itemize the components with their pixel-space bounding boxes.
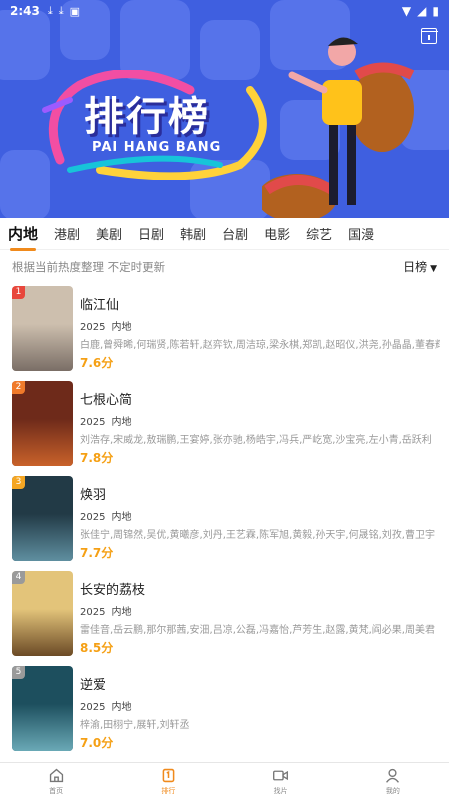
poster-art — [12, 324, 73, 371]
banner-title: 排行榜 PAI HANG BANG — [40, 70, 280, 180]
caret-down-icon: ▼ — [430, 264, 437, 274]
item-region: 内地 — [111, 607, 132, 618]
item-cast: 雷佳音,岳云鹏,那尔那茜,安沺,吕凉,公磊,冯嘉怡,芦芳生,赵露,黄梵,阎必果,… — [80, 625, 435, 635]
item-title: 长安的荔枝 — [80, 583, 146, 598]
user-icon — [386, 768, 400, 783]
item-year: 2025 — [80, 322, 106, 333]
item-info: 七根心简 2025 内地刘浩存,宋威龙,敖瑞鹏,王宴婷,张亦驰,杨皓宇,冯兵,严屹宽… — [80, 389, 440, 466]
period-dropdown[interactable]: 日榜 ▼ — [403, 258, 437, 275]
home-icon — [49, 768, 63, 783]
tab-3[interactable]: 日剧 — [138, 224, 164, 243]
ranking-banner: 2:43 ⤓ ⤓ ▣ ▼ ◢ ▮ 排行榜 PAI HANG BANG — [0, 0, 449, 218]
item-meta: 2025 内地 — [80, 508, 440, 523]
nav-home[interactable]: 首页 — [0, 763, 112, 800]
person-illustration — [262, 37, 415, 218]
poster-image: 5 — [12, 666, 73, 751]
item-year: 2025 — [80, 512, 106, 523]
item-cast: 张佳宁,周锦然,吴优,黄曦彦,刘丹,王艺霖,陈军旭,黄毅,孙天宇,何晟铭,刘孜,… — [80, 530, 435, 540]
item-score: 7.0分 — [80, 736, 114, 750]
item-cast: 刘浩存,宋威龙,敖瑞鹏,王宴婷,张亦驰,杨皓宇,冯兵,严屹宽,沙宝亮,左小青,岳… — [80, 435, 432, 445]
item-title: 焕羽 — [80, 488, 107, 503]
rank-badge: 1 — [12, 286, 25, 299]
banner-title-cn: 排行榜 — [84, 94, 210, 140]
item-score: 7.7分 — [80, 546, 114, 560]
wifi-icon: ▼ — [401, 4, 412, 18]
item-region: 内地 — [111, 417, 132, 428]
status-time: 2:43 — [10, 4, 40, 18]
nav-label: 找片 — [273, 787, 288, 795]
ranking-icon — [162, 768, 175, 783]
item-info: 长安的荔枝 2025 内地雷佳音,岳云鹏,那尔那茜,安沺,吕凉,公磊,冯嘉怡,芦芳生… — [80, 579, 440, 656]
download-icon: ⤓ — [58, 4, 64, 17]
poster-art — [12, 609, 73, 656]
poster-image: 3 — [12, 476, 73, 561]
list-item[interactable]: 4 长安的荔枝 2025 内地雷佳音,岳云鹏,那尔那茜,安沺,吕凉,公磊,冯嘉怡,芦芳… — [0, 571, 449, 659]
poster-image: 1 — [12, 286, 73, 371]
item-cast: 梓渝,田栩宁,展轩,刘轩丞 — [80, 720, 190, 730]
item-year: 2025 — [80, 607, 106, 618]
item-region: 内地 — [111, 702, 132, 713]
nav-label: 排行 — [161, 787, 176, 795]
tab-6[interactable]: 电影 — [264, 224, 290, 243]
poster-art — [12, 419, 73, 466]
item-region: 内地 — [111, 322, 132, 333]
item-year: 2025 — [80, 702, 106, 713]
poster-art — [12, 704, 73, 751]
item-year: 2025 — [80, 417, 106, 428]
tab-4[interactable]: 韩剧 — [180, 224, 206, 243]
nav-label: 首页 — [49, 787, 64, 795]
item-meta: 2025 内地 — [80, 603, 440, 618]
nav-video[interactable]: 找片 — [225, 763, 337, 800]
period-label: 日榜 — [403, 260, 428, 274]
item-title: 七根心简 — [80, 393, 133, 408]
calendar-icon[interactable] — [420, 28, 438, 44]
list-item[interactable]: 5 逆爱 2025 内地梓渝,田栩宁,展轩,刘轩丞 7.0分 — [0, 666, 449, 754]
rank-badge: 5 — [12, 666, 25, 679]
nav-ranking[interactable]: 排行 — [112, 763, 224, 800]
nav-label: 我的 — [385, 787, 400, 795]
item-score: 7.8分 — [80, 451, 114, 465]
list-item[interactable]: 2 七根心简 2025 内地刘浩存,宋威龙,敖瑞鹏,王宴婷,张亦驰,杨皓宇,冯兵,严屹… — [0, 381, 449, 469]
tab-7[interactable]: 综艺 — [306, 224, 332, 243]
item-title: 临江仙 — [80, 298, 120, 313]
item-info: 临江仙 2025 内地白鹿,曾舜晞,何瑞贤,陈若轩,赵弈钦,周洁琼,梁永棋,郑凯,赵… — [80, 294, 440, 371]
banner-title-en: PAI HANG BANG — [92, 140, 222, 155]
tab-2[interactable]: 美剧 — [96, 224, 122, 243]
list-subheader: 根据当前热度整理 不定时更新 日榜 ▼ — [0, 256, 449, 278]
nav-user[interactable]: 我的 — [337, 763, 449, 800]
item-region: 内地 — [111, 512, 132, 523]
bottom-nav: 首页 排行 找片 我的 — [0, 762, 449, 800]
poster-image: 2 — [12, 381, 73, 466]
rank-badge: 2 — [12, 381, 25, 394]
tab-1[interactable]: 港剧 — [54, 224, 80, 243]
item-meta: 2025 内地 — [80, 698, 440, 713]
tab-0[interactable]: 内地 — [8, 223, 38, 251]
update-note: 根据当前热度整理 不定时更新 — [12, 260, 166, 274]
item-title: 逆爱 — [80, 678, 107, 693]
poster-art — [12, 514, 73, 561]
battery-icon: ▮ — [432, 4, 439, 18]
item-info: 逆爱 2025 内地梓渝,田栩宁,展轩,刘轩丞 7.0分 — [80, 674, 440, 751]
item-cast: 白鹿,曾舜晞,何瑞贤,陈若轩,赵弈钦,周洁琼,梁永棋,郑凯,赵昭仪,洪尧,孙晶晶… — [80, 340, 440, 350]
item-meta: 2025 内地 — [80, 413, 440, 428]
video-icon — [273, 770, 289, 781]
category-tabs: 内地 港剧 美剧 日剧 韩剧 台剧 电影 综艺 国漫 — [0, 218, 449, 251]
tab-8[interactable]: 国漫 — [348, 224, 374, 243]
item-meta: 2025 内地 — [80, 318, 440, 333]
item-score: 7.6分 — [80, 356, 114, 370]
a-icon: ▣ — [69, 4, 81, 18]
status-bar: 2:43 ⤓ ⤓ ▣ ▼ ◢ ▮ — [0, 0, 449, 22]
list-item[interactable]: 1 临江仙 2025 内地白鹿,曾舜晞,何瑞贤,陈若轩,赵弈钦,周洁琼,梁永棋,郑凯,… — [0, 286, 449, 374]
poster-image: 4 — [12, 571, 73, 656]
item-info: 焕羽 2025 内地张佳宁,周锦然,吴优,黄曦彦,刘丹,王艺霖,陈军旭,黄毅,孙天宇… — [80, 484, 440, 561]
download-icon: ⤓ — [47, 4, 53, 17]
tab-5[interactable]: 台剧 — [222, 224, 248, 243]
rank-badge: 3 — [12, 476, 25, 489]
signal-icon: ◢ — [417, 4, 427, 18]
item-score: 8.5分 — [80, 641, 114, 655]
rank-badge: 4 — [12, 571, 25, 584]
list-item[interactable]: 3 焕羽 2025 内地张佳宁,周锦然,吴优,黄曦彦,刘丹,王艺霖,陈军旭,黄毅,孙天… — [0, 476, 449, 564]
